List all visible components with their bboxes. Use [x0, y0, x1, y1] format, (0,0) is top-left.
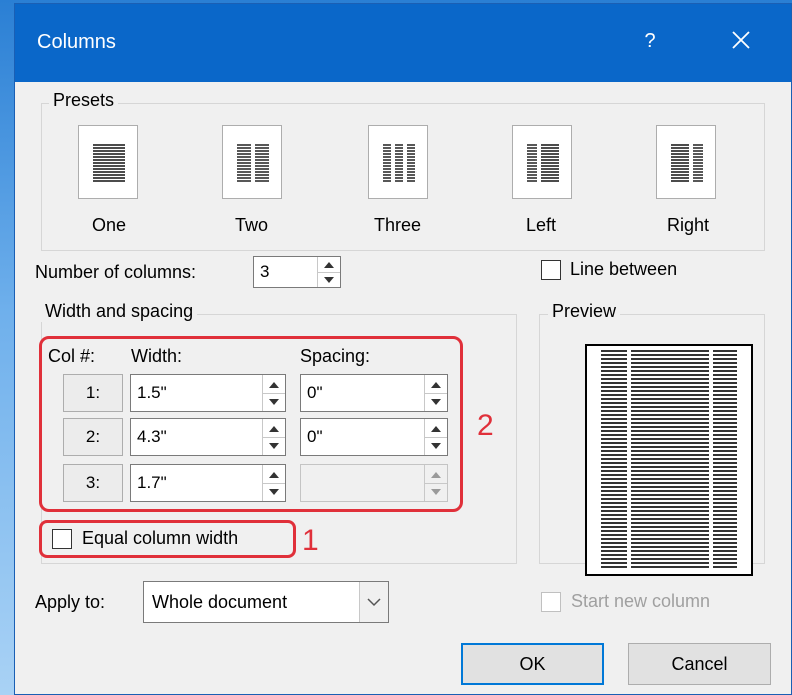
number-of-columns-label: Number of columns:: [35, 262, 197, 282]
line-between-label: Line between: [570, 259, 678, 279]
start-new-column-label: Start new column: [571, 591, 711, 611]
left-columns-icon: [527, 144, 559, 182]
apply-to-value: Whole document: [152, 592, 288, 612]
number-of-columns-spinner[interactable]: [253, 256, 341, 288]
equal-column-width-label: Equal column width: [82, 528, 239, 548]
close-button[interactable]: [719, 18, 763, 62]
preset-left-button[interactable]: [512, 125, 572, 199]
preview-group-label: Preview: [548, 301, 621, 322]
number-of-columns-input[interactable]: [254, 257, 320, 287]
annotation-box-2: [39, 336, 463, 512]
preset-three-label: Three: [374, 215, 422, 235]
apply-to-dropdown-button[interactable]: [359, 582, 388, 622]
one-column-icon: [93, 144, 125, 182]
right-columns-icon: [671, 144, 703, 182]
close-icon: [732, 31, 750, 49]
dialog-title: Columns: [37, 31, 116, 53]
preset-two-label: Two: [235, 215, 269, 235]
title-bar: Columns ?: [15, 4, 791, 82]
apply-to-label: Apply to:: [35, 592, 106, 612]
start-new-column-checkbox: [541, 592, 561, 612]
three-columns-icon: [383, 144, 415, 182]
number-of-columns-up-arrow[interactable]: [318, 257, 340, 273]
chevron-down-icon: [367, 598, 381, 607]
preset-two-button[interactable]: [222, 125, 282, 199]
preset-right-label: Right: [667, 215, 710, 235]
annotation-label-2: 2: [477, 409, 494, 442]
number-of-columns-down-arrow[interactable]: [318, 272, 340, 287]
number-of-columns-arrows: [317, 257, 340, 287]
apply-to-dropdown[interactable]: Whole document: [143, 581, 389, 623]
preset-right-button[interactable]: [656, 125, 716, 199]
preview-columns-graphic: [601, 350, 737, 568]
ok-button[interactable]: OK: [461, 643, 604, 685]
help-button[interactable]: ?: [635, 24, 665, 58]
preset-three-button[interactable]: [368, 125, 428, 199]
preset-one-label: One: [92, 215, 127, 235]
annotation-label-1: 1: [302, 524, 319, 557]
two-columns-icon: [237, 144, 269, 182]
line-between-checkbox[interactable]: [541, 260, 561, 280]
columns-dialog: Columns ? Presets One Two Three Left Rig…: [14, 3, 792, 695]
preset-one-button[interactable]: [78, 125, 138, 199]
presets-group-label: Presets: [49, 90, 119, 111]
preview-page: [585, 344, 753, 576]
equal-column-width-checkbox[interactable]: [52, 529, 72, 549]
cancel-button[interactable]: Cancel: [628, 643, 771, 685]
preset-left-label: Left: [526, 215, 557, 235]
width-spacing-group-label: Width and spacing: [41, 301, 198, 322]
